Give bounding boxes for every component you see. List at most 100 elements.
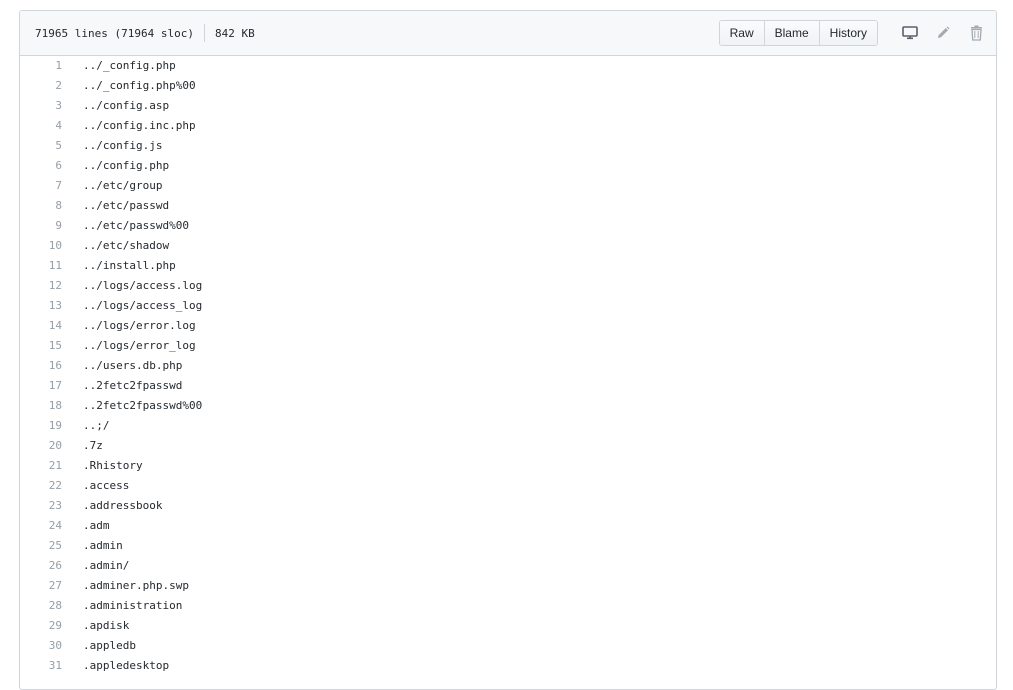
line-number[interactable]: 26 bbox=[20, 556, 62, 576]
code-line: 10 ../etc/shadow bbox=[20, 236, 996, 256]
line-number[interactable]: 4 bbox=[20, 116, 62, 136]
line-number[interactable]: 5 bbox=[20, 136, 62, 156]
code-line: 14 ../logs/error.log bbox=[20, 316, 996, 336]
line-content: .appledb bbox=[83, 639, 136, 652]
code-line: 26 .admin/ bbox=[20, 556, 996, 576]
code-line: 1 ../_config.php bbox=[20, 56, 996, 76]
line-content: .Rhistory bbox=[83, 459, 143, 472]
code-line: 8 ../etc/passwd bbox=[20, 196, 996, 216]
code-line: 2 ../_config.php%00 bbox=[20, 76, 996, 96]
line-number[interactable]: 7 bbox=[20, 176, 62, 196]
line-number[interactable]: 14 bbox=[20, 316, 62, 336]
trash-icon[interactable] bbox=[966, 23, 986, 43]
line-number[interactable]: 30 bbox=[20, 636, 62, 656]
line-number[interactable]: 21 bbox=[20, 456, 62, 476]
line-content: ../etc/passwd bbox=[83, 199, 170, 212]
code-body: 1 ../_config.php 2 ../_config.php%00 3 ../con… bbox=[20, 56, 996, 676]
line-content: .7z bbox=[83, 439, 103, 452]
line-content: ../_config.php bbox=[83, 59, 176, 72]
line-content: .admin bbox=[83, 539, 123, 552]
history-button[interactable]: History bbox=[818, 21, 877, 45]
line-number[interactable]: 9 bbox=[20, 216, 62, 236]
file-info: 71965 lines (71964 sloc) 842 KB bbox=[35, 11, 255, 55]
code-line: 29 .apdisk bbox=[20, 616, 996, 636]
line-content: ../logs/access.log bbox=[83, 279, 203, 292]
line-content: ..;/ bbox=[83, 419, 110, 432]
line-content: ../users.db.php bbox=[83, 359, 183, 372]
line-content: ../logs/error_log bbox=[83, 339, 196, 352]
line-content: ../logs/error.log bbox=[83, 319, 196, 332]
line-number[interactable]: 18 bbox=[20, 396, 62, 416]
line-content: ../etc/shadow bbox=[83, 239, 170, 252]
line-number[interactable]: 20 bbox=[20, 436, 62, 456]
line-number[interactable]: 2 bbox=[20, 76, 62, 96]
line-content: ../etc/passwd%00 bbox=[83, 219, 189, 232]
code-line: 24 .adm bbox=[20, 516, 996, 536]
line-content: ..2fetc2fpasswd%00 bbox=[83, 399, 203, 412]
line-content: .administration bbox=[83, 599, 183, 612]
code-line: 16 ../users.db.php bbox=[20, 356, 996, 376]
line-content: .appledesktop bbox=[83, 659, 170, 672]
code-line: 22 .access bbox=[20, 476, 996, 496]
file-view: 71965 lines (71964 sloc) 842 KB Raw Blam… bbox=[19, 10, 997, 690]
line-content: .adminer.php.swp bbox=[83, 579, 189, 592]
line-number[interactable]: 25 bbox=[20, 536, 62, 556]
line-content: ../logs/access_log bbox=[83, 299, 203, 312]
code-line: 21 .Rhistory bbox=[20, 456, 996, 476]
line-content: .admin/ bbox=[83, 559, 130, 572]
code-line: 18 ..2fetc2fpasswd%00 bbox=[20, 396, 996, 416]
code-line: 17 ..2fetc2fpasswd bbox=[20, 376, 996, 396]
code-line: 28 .administration bbox=[20, 596, 996, 616]
divider bbox=[203, 24, 205, 42]
button-group: Raw Blame History bbox=[718, 20, 878, 46]
line-content: ../_config.php%00 bbox=[83, 79, 196, 92]
code-line: 31 .appledesktop bbox=[20, 656, 996, 676]
line-number[interactable]: 3 bbox=[20, 96, 62, 116]
pencil-icon[interactable] bbox=[933, 23, 953, 43]
line-number[interactable]: 16 bbox=[20, 356, 62, 376]
line-number[interactable]: 23 bbox=[20, 496, 62, 516]
line-number[interactable]: 13 bbox=[20, 296, 62, 316]
code-line: 25 .admin bbox=[20, 536, 996, 556]
line-content: .adm bbox=[83, 519, 110, 532]
code-line: 3 ../config.asp bbox=[20, 96, 996, 116]
line-number[interactable]: 29 bbox=[20, 616, 62, 636]
line-number[interactable]: 22 bbox=[20, 476, 62, 496]
code-line: 9 ../etc/passwd%00 bbox=[20, 216, 996, 236]
line-number[interactable]: 24 bbox=[20, 516, 62, 536]
line-number[interactable]: 6 bbox=[20, 156, 62, 176]
code-line: 7 ../etc/group bbox=[20, 176, 996, 196]
line-number[interactable]: 19 bbox=[20, 416, 62, 436]
code-line: 4 ../config.inc.php bbox=[20, 116, 996, 136]
line-content: ../config.js bbox=[83, 139, 163, 152]
line-content: ../config.asp bbox=[83, 99, 170, 112]
line-number[interactable]: 10 bbox=[20, 236, 62, 256]
raw-button[interactable]: Raw bbox=[719, 21, 764, 45]
line-number[interactable]: 8 bbox=[20, 196, 62, 216]
file-size: 842 KB bbox=[214, 26, 255, 40]
code-line: 6 ../config.php bbox=[20, 156, 996, 176]
file-actions: Raw Blame History bbox=[718, 11, 986, 55]
line-content: ../install.php bbox=[83, 259, 176, 272]
line-content: .apdisk bbox=[83, 619, 130, 632]
code-line: 5 ../config.js bbox=[20, 136, 996, 156]
line-number[interactable]: 31 bbox=[20, 656, 62, 676]
line-count: 71965 lines (71964 sloc) bbox=[35, 26, 194, 40]
line-number[interactable]: 1 bbox=[20, 56, 62, 76]
code-line: 20 .7z bbox=[20, 436, 996, 456]
line-content: ../etc/group bbox=[83, 179, 163, 192]
code-line: 12 ../logs/access.log bbox=[20, 276, 996, 296]
line-content: .access bbox=[83, 479, 130, 492]
desktop-icon[interactable] bbox=[900, 23, 920, 43]
line-number[interactable]: 11 bbox=[20, 256, 62, 276]
code-line: 27 .adminer.php.swp bbox=[20, 576, 996, 596]
blame-button[interactable]: Blame bbox=[763, 21, 819, 45]
line-number[interactable]: 27 bbox=[20, 576, 62, 596]
line-number[interactable]: 17 bbox=[20, 376, 62, 396]
line-number[interactable]: 12 bbox=[20, 276, 62, 296]
line-number[interactable]: 15 bbox=[20, 336, 62, 356]
line-content: ../config.inc.php bbox=[83, 119, 196, 132]
code-line: 30 .appledb bbox=[20, 636, 996, 656]
line-number[interactable]: 28 bbox=[20, 596, 62, 616]
code-line: 13 ../logs/access_log bbox=[20, 296, 996, 316]
